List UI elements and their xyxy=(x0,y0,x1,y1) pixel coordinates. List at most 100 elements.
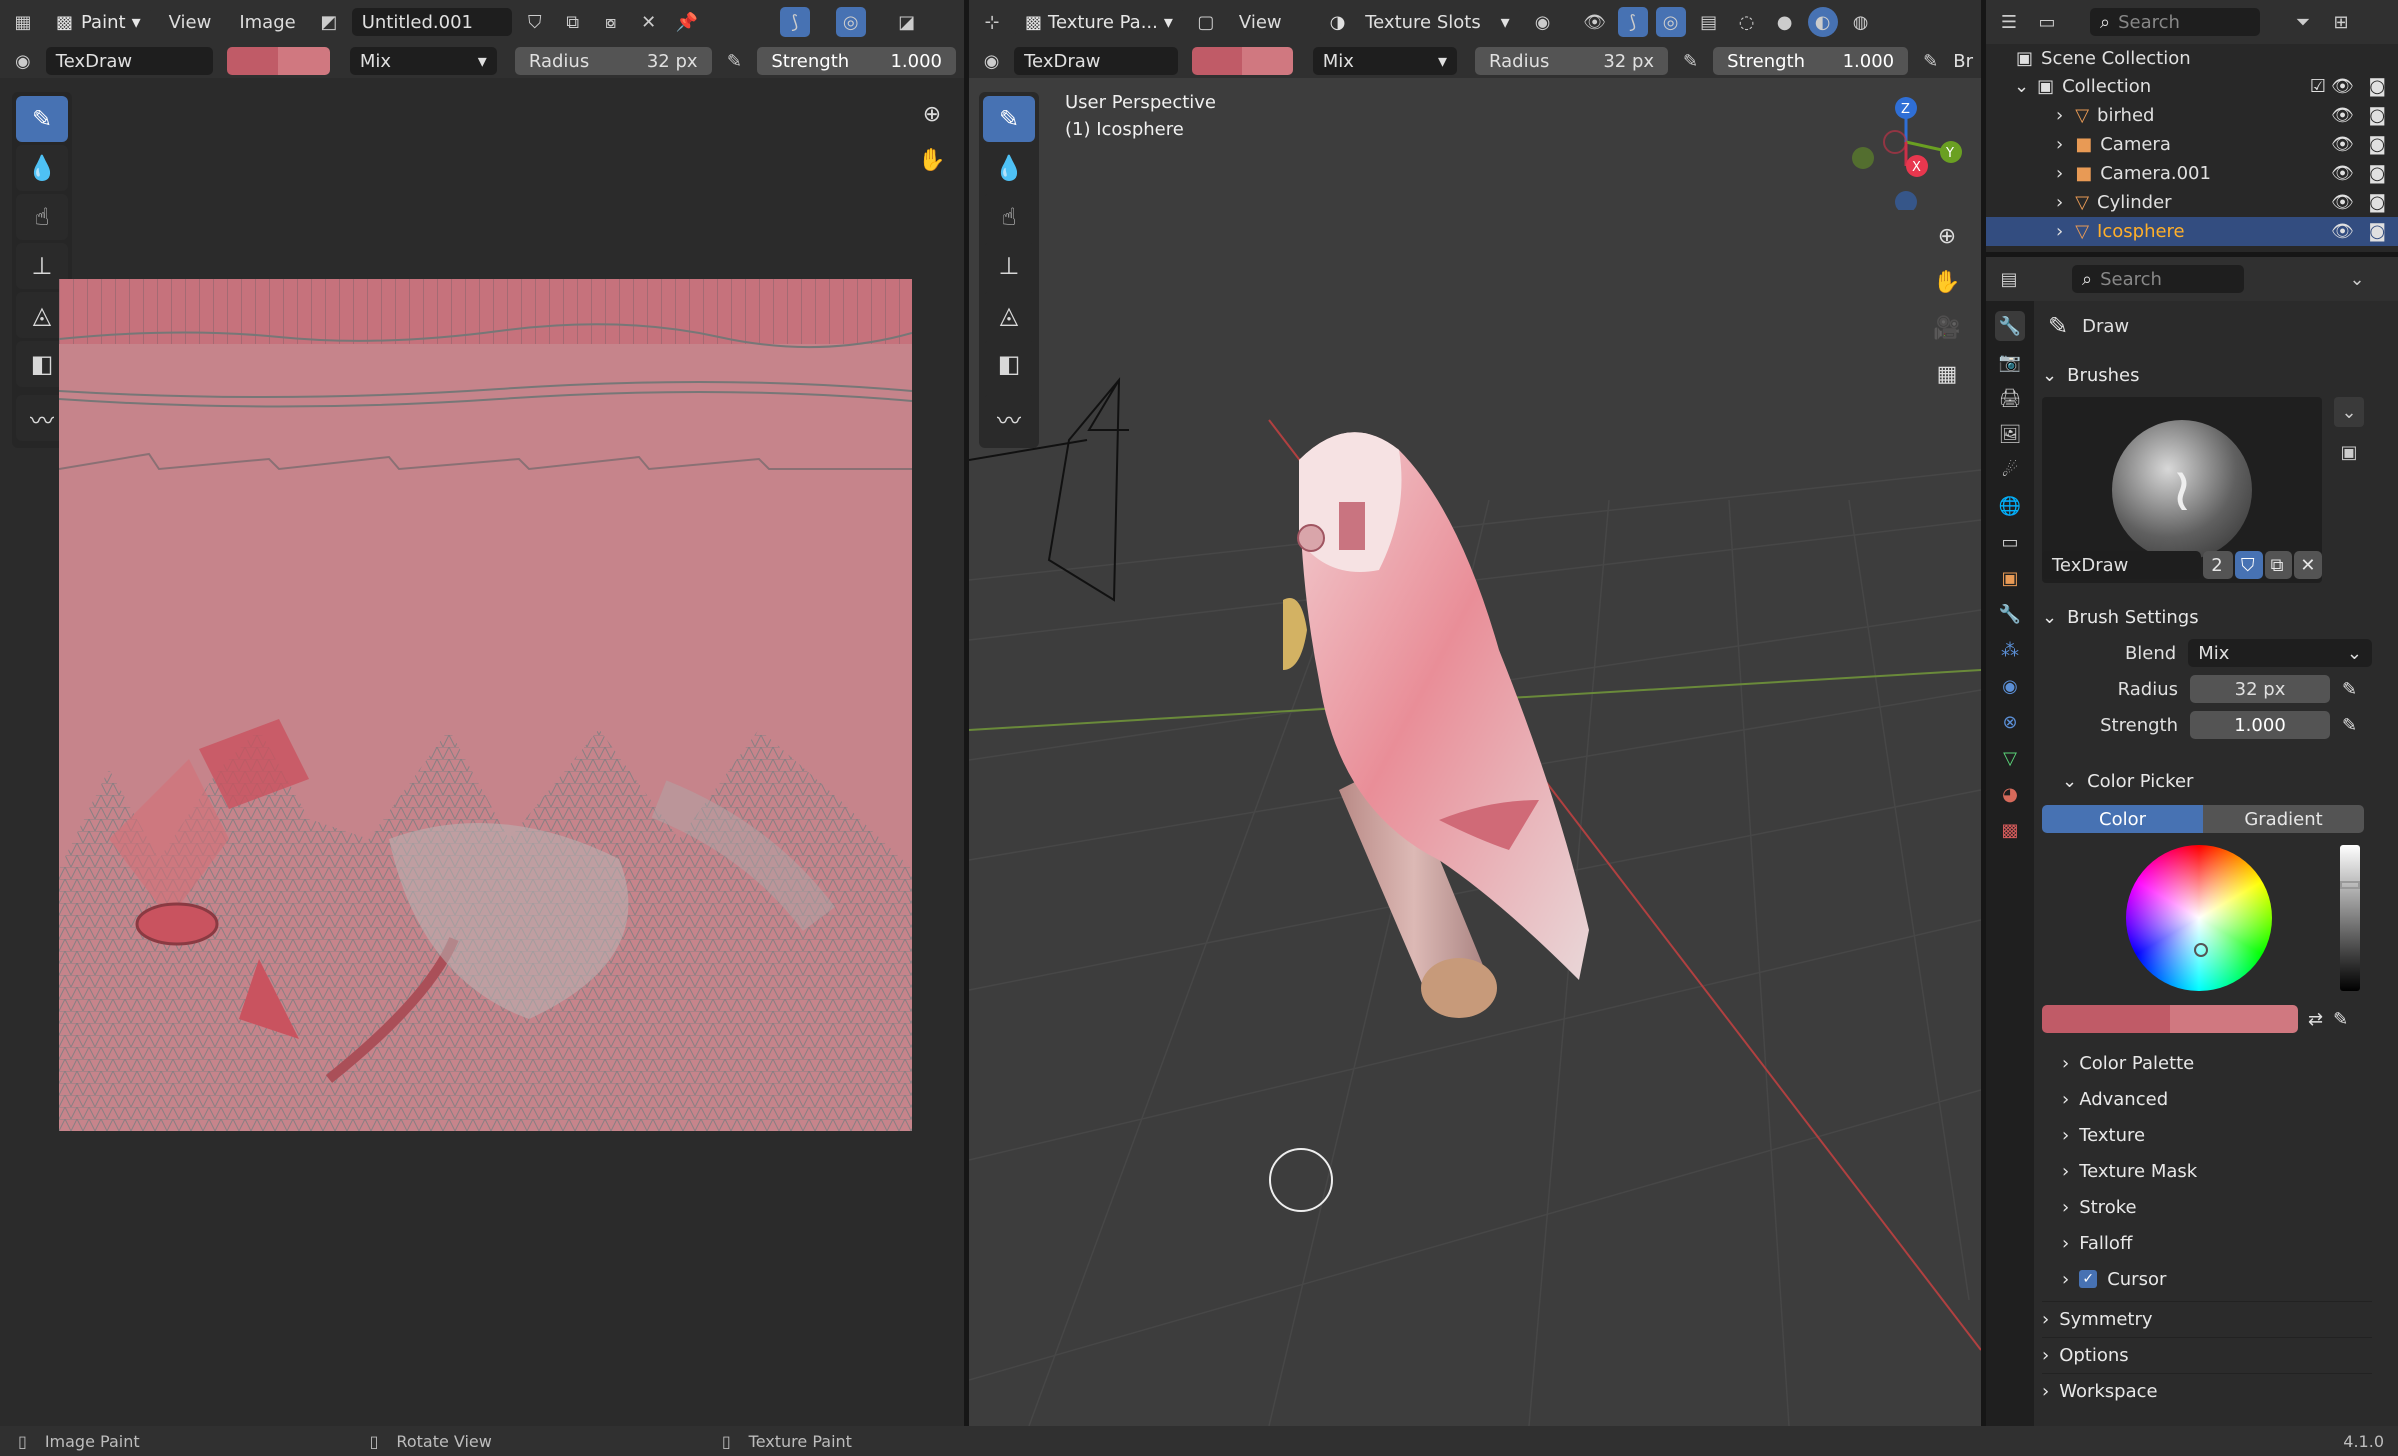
eye-icon[interactable]: 👁 xyxy=(2331,76,2354,97)
filter-icon[interactable]: ⏷ xyxy=(2288,7,2318,37)
close-icon[interactable]: ✕ xyxy=(634,7,664,37)
subpanel-texture[interactable]: › Texture xyxy=(2062,1117,2372,1153)
color-picker-panel-header[interactable]: ⌄ Color Picker xyxy=(2042,763,2372,799)
primary-secondary-colors[interactable] xyxy=(2042,1005,2298,1033)
output-tab-icon[interactable]: 🖨 xyxy=(1995,383,2025,413)
panel-symmetry[interactable]: › Symmetry xyxy=(2042,1301,2372,1337)
eye-icon[interactable]: 👁 xyxy=(2331,163,2354,184)
outliner-row-birhed[interactable]: › ▽ birhed 👁 ◙ xyxy=(1986,101,2398,130)
texture-slots-select[interactable]: ◑ Texture Slots ▾ xyxy=(1319,8,1520,36)
subpanel-cursor[interactable]: › ✓ Cursor xyxy=(2062,1261,2372,1297)
duplicate-icon[interactable]: ⧉ xyxy=(558,7,588,37)
overlay-icon[interactable]: ◎ xyxy=(835,7,866,37)
navigation-gizmo[interactable]: Z Y X xyxy=(1849,90,1969,213)
scene-collection-row[interactable]: ▣ Scene Collection xyxy=(1986,44,2398,73)
camera-render-icon[interactable]: ◙ xyxy=(2369,221,2386,242)
constraints-tab-icon[interactable]: ⊗ xyxy=(1995,707,2025,737)
brush-name-field[interactable]: TexDraw xyxy=(45,47,213,75)
pressure-icon[interactable]: ✎ xyxy=(2333,1009,2348,1030)
menu-view[interactable]: View xyxy=(1229,12,1292,33)
eye-icon[interactable]: 👁 xyxy=(2331,134,2354,155)
world-tab-icon[interactable]: 🌐 xyxy=(1995,491,2025,521)
brush-name-field[interactable]: TexDraw xyxy=(1014,47,1178,75)
smear-tool-icon[interactable]: ☝ xyxy=(983,194,1035,240)
camera-render-icon[interactable]: ◙ xyxy=(2369,134,2386,155)
render-tab-icon[interactable]: 📷 xyxy=(1995,347,2025,377)
blend-select[interactable]: Mix ▾ xyxy=(349,47,497,75)
editor-type-icon[interactable]: ⊹ xyxy=(977,7,1007,37)
particles-tab-icon[interactable]: ⁂ xyxy=(1995,635,2025,665)
camera-view-icon[interactable]: 🎥 xyxy=(1927,308,1967,348)
3d-viewport[interactable]: ⊹ ▩ Texture Pa... ▾ ▢ View ◑ Texture Slots ▾… xyxy=(969,0,1981,1426)
display-channels-icon[interactable]: ◪ xyxy=(892,7,922,37)
outliner-row-cylinder[interactable]: › ▽ Cylinder 👁 ◙ xyxy=(1986,188,2398,217)
camera-render-icon[interactable]: ◙ xyxy=(2369,105,2386,126)
strength-field[interactable]: 1.000 xyxy=(2190,711,2330,739)
overlay-icon[interactable]: ◎ xyxy=(1655,7,1686,37)
pressure-icon[interactable]: ✎ xyxy=(720,46,750,76)
image-browse-icon[interactable]: ◩ xyxy=(314,7,344,37)
menu-view[interactable]: View xyxy=(159,12,222,33)
new-collection-icon[interactable]: ⊞ xyxy=(2326,7,2356,37)
subpanel-texture-mask[interactable]: › Texture Mask xyxy=(2062,1153,2372,1189)
draw-tool-icon[interactable]: ✎ xyxy=(983,96,1035,142)
radius-field[interactable]: Radius 32 px xyxy=(514,47,712,75)
brush-settings-panel-header[interactable]: ⌄ Brush Settings xyxy=(2042,599,2372,635)
pressure-icon[interactable]: ✎ xyxy=(1916,46,1945,76)
camera-render-icon[interactable]: ◙ xyxy=(2369,76,2386,97)
color-swatch[interactable] xyxy=(226,47,330,75)
display-mode-icon[interactable]: ▭ xyxy=(2032,7,2062,37)
subpanel-color-palette[interactable]: › Color Palette xyxy=(2062,1045,2372,1081)
editor-type-icon[interactable]: ▦ xyxy=(8,7,38,37)
camera-render-icon[interactable]: ◙ xyxy=(2369,192,2386,213)
camera-render-icon[interactable]: ◙ xyxy=(2369,163,2386,184)
mode-select[interactable]: ▩ Paint ▾ xyxy=(46,8,151,36)
fake-user-icon[interactable]: ⛉ xyxy=(520,7,550,37)
brush-users-count[interactable]: 2 xyxy=(2203,551,2233,579)
material-shading-icon[interactable]: ◐ xyxy=(1807,7,1838,37)
zoom-icon[interactable]: ⊕ xyxy=(1927,216,1967,256)
eye-icon[interactable]: 👁 xyxy=(2331,192,2354,213)
color-wheel-cursor[interactable] xyxy=(2194,943,2208,957)
xray-icon[interactable]: ▤ xyxy=(1694,7,1724,37)
color-tab[interactable]: Color xyxy=(2042,805,2203,833)
soften-tool-icon[interactable]: 💧 xyxy=(16,145,68,191)
object-tab-icon[interactable]: ▣ xyxy=(1995,563,2025,593)
value-slider[interactable] xyxy=(2340,845,2360,991)
tool-tab-icon[interactable]: 🔧 xyxy=(1995,311,2025,341)
visibility-icon[interactable]: 👁 xyxy=(1580,7,1610,37)
pan-icon[interactable]: ✋ xyxy=(1927,262,1967,302)
chevron-down-icon[interactable]: ⌄ xyxy=(2334,397,2364,427)
annotate-tool-icon[interactable]: 〰 xyxy=(983,395,1035,441)
pin-icon[interactable]: 📌 xyxy=(672,7,702,37)
pressure-icon[interactable]: ✎ xyxy=(2342,715,2357,736)
brush-datablock-name[interactable]: TexDraw xyxy=(2042,551,2202,579)
color-wheel[interactable] xyxy=(2126,845,2272,991)
ortho-toggle-icon[interactable]: ▦ xyxy=(1927,354,1967,394)
draw-tool-icon[interactable]: ✎ xyxy=(16,96,68,142)
checkbox-icon[interactable]: ✓ xyxy=(2079,1270,2098,1288)
pressure-icon[interactable]: ✎ xyxy=(2342,679,2357,700)
strength-field[interactable]: Strength 1.000 xyxy=(757,47,956,75)
gizmo-icon[interactable]: ⟆ xyxy=(1617,7,1648,37)
image-name-field[interactable]: Untitled.001 xyxy=(351,8,512,36)
eye-icon[interactable]: 👁 xyxy=(2331,221,2354,242)
outliner-search[interactable]: ⌕ Search xyxy=(2090,8,2260,36)
new-image-icon[interactable]: ⧇ xyxy=(596,7,626,37)
pan-icon[interactable]: ✋ xyxy=(912,140,952,180)
viewport-mode-select[interactable]: ▩ Texture Pa... ▾ xyxy=(1015,8,1183,36)
panel-workspace[interactable]: › Workspace xyxy=(2042,1373,2372,1409)
texture-canvas[interactable] xyxy=(59,279,912,1131)
rendered-shading-icon[interactable]: ◍ xyxy=(1846,7,1876,37)
strength-field[interactable]: Strength 1.000 xyxy=(1713,47,1909,75)
outliner-row-icosphere[interactable]: › ▽ Icosphere 👁 ◙ xyxy=(1986,217,2398,246)
scene-tab-icon[interactable]: ☄ xyxy=(1995,455,2025,485)
subpanel-advanced[interactable]: › Advanced xyxy=(2062,1081,2372,1117)
editor-type-icon[interactable]: ▤ xyxy=(1994,264,2024,294)
collection-row[interactable]: ⌄ ▣ Collection ☑ 👁 ◙ xyxy=(1986,72,2398,101)
brushes-panel-header[interactable]: ⌄ Brushes xyxy=(2042,357,2372,393)
eye-icon[interactable]: 👁 xyxy=(2331,105,2354,126)
object-mode-icon[interactable]: ◉ xyxy=(1528,7,1558,37)
outliner-row-camera-001[interactable]: › ■ Camera.001 👁 ◙ xyxy=(1986,159,2398,188)
chevron-down-icon[interactable]: ⌄ xyxy=(2342,264,2372,294)
